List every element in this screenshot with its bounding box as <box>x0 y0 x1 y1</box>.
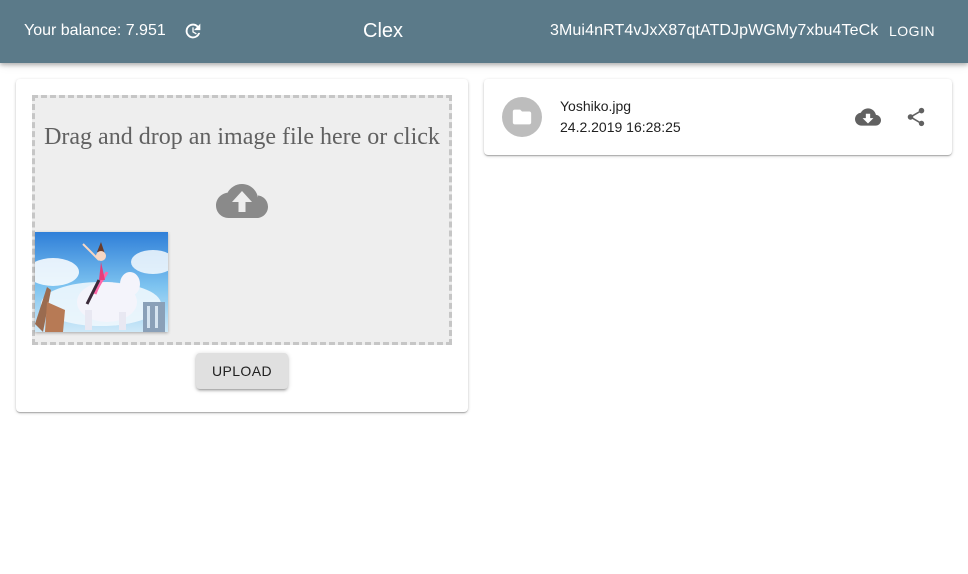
wallet-address: 3Mui4nRT4vJxX87qtATDJpWGMy7xbu4TeCk <box>550 22 879 39</box>
image-preview <box>35 232 168 332</box>
upload-card: Drag and drop an image file here or clic… <box>16 79 468 412</box>
refresh-balance-button[interactable] <box>181 19 205 43</box>
download-button[interactable] <box>848 97 888 137</box>
app-bar: Your balance: 7.951 Clex 3Mui4nRT4vJxX87… <box>0 0 968 63</box>
upload-button[interactable]: UPLOAD <box>196 353 288 389</box>
file-date: 24.2.2019 16:28:25 <box>560 119 681 135</box>
file-list-item[interactable]: Yoshiko.jpg 24.2.2019 16:28:25 <box>484 79 952 155</box>
dropzone-instructions: Drag and drop an image file here or clic… <box>44 124 440 150</box>
refresh-icon <box>185 23 201 39</box>
share-icon <box>907 107 925 127</box>
cloud-download-icon <box>855 108 881 126</box>
folder-avatar <box>502 97 542 137</box>
folder-icon <box>512 109 532 125</box>
share-button[interactable] <box>896 97 936 137</box>
login-button[interactable]: LOGIN <box>886 21 938 41</box>
app-title: Clex <box>363 20 404 42</box>
preview-illustration <box>35 232 168 332</box>
file-name: Yoshiko.jpg <box>560 98 632 114</box>
balance-text: Your balance: 7.951 <box>24 22 166 39</box>
image-dropzone[interactable]: Drag and drop an image file here or clic… <box>32 95 452 345</box>
cloud-upload-icon <box>216 184 268 218</box>
